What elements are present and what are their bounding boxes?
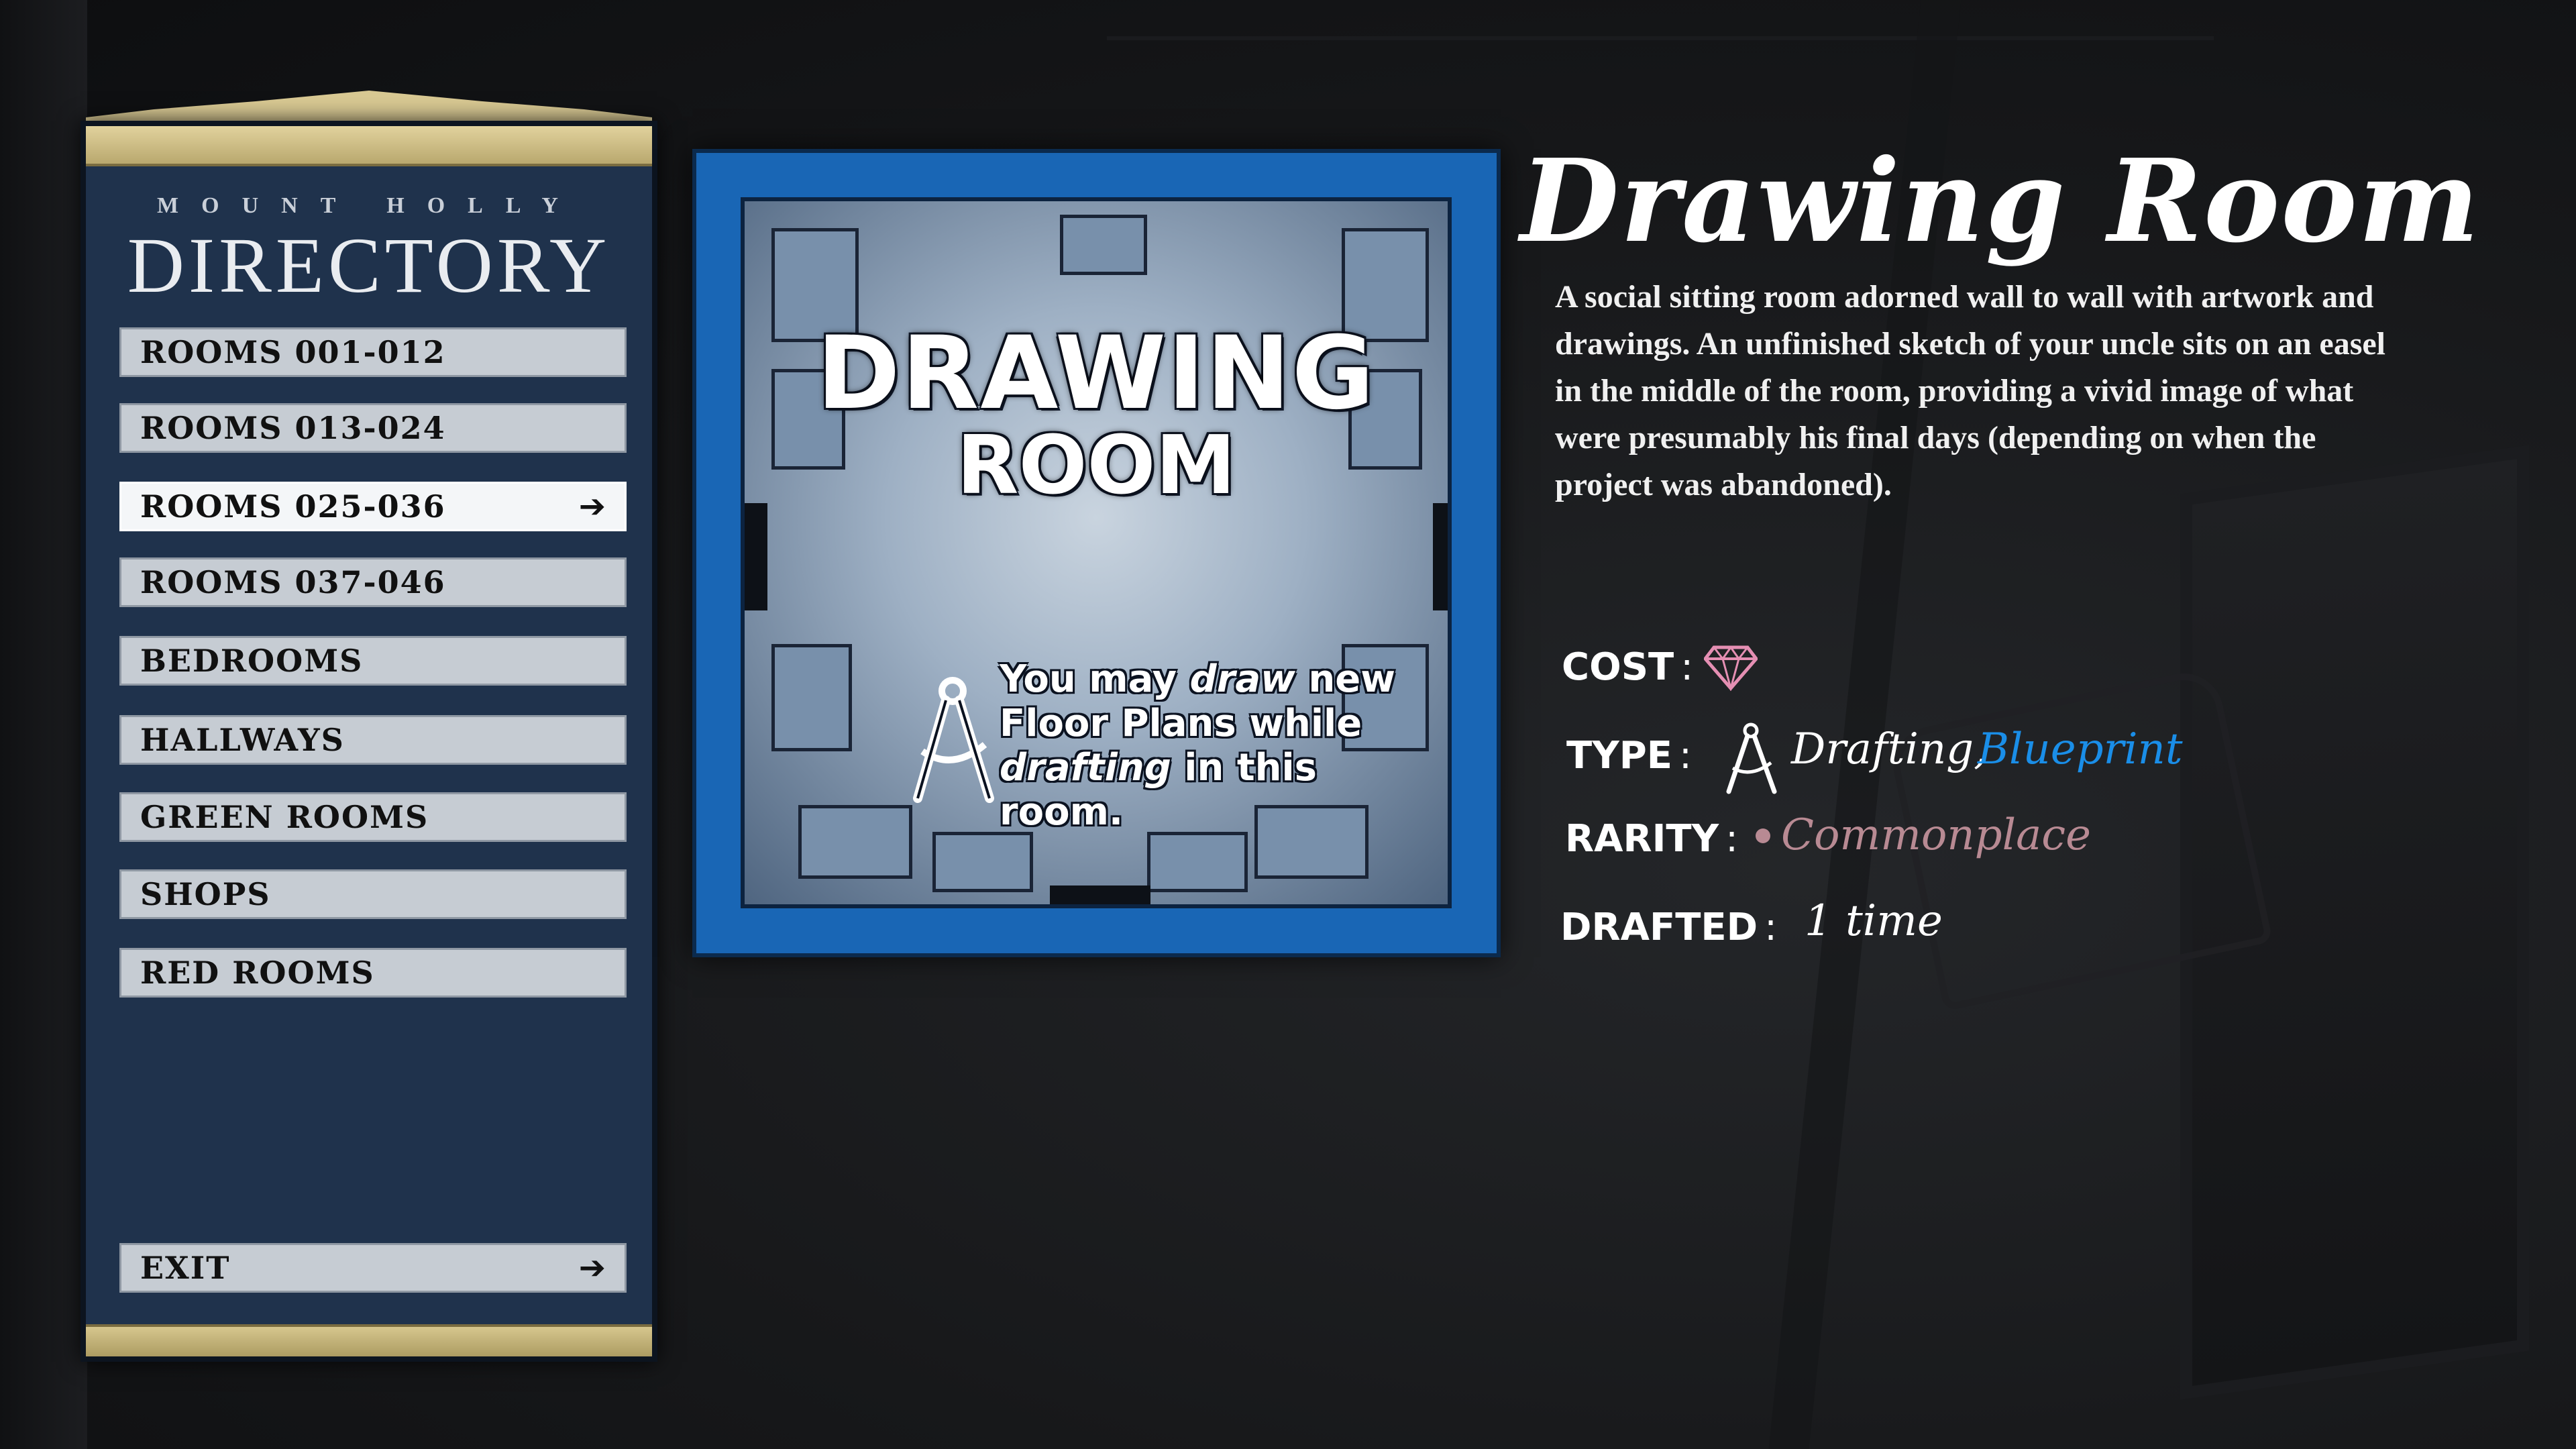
background-wall: [0, 0, 87, 1449]
rarity-dot-icon: [1756, 828, 1770, 843]
cost-label: COST:: [1562, 645, 1694, 689]
menu-item-label: RED ROOMS: [140, 955, 375, 991]
wall-frame: [1060, 215, 1147, 275]
menu-item-hallways[interactable]: HALLWAYS: [119, 715, 627, 765]
menu-item-shops[interactable]: SHOPS: [119, 869, 627, 919]
card-note-text: You may: [1000, 657, 1190, 701]
menu-item-label: HALLWAYS: [140, 722, 345, 758]
menu-item-label: BEDROOMS: [140, 643, 364, 679]
type-label: TYPE:: [1566, 734, 1692, 777]
card-note: You may draw new Floor Plans while draft…: [1000, 657, 1429, 835]
directory-top-band: [86, 126, 652, 166]
arrow-right-icon: ➔: [578, 488, 607, 525]
type-label-text: TYPE: [1566, 734, 1673, 777]
gem-icon: [1704, 645, 1758, 691]
rarity-label: RARITY:: [1565, 817, 1739, 861]
room-blueprint-image: DRAWING ROOM You may draw new Floor Plan…: [741, 197, 1452, 908]
rarity-value: Commonplace: [1781, 810, 2091, 860]
directory-panel: MOUNT HOLLY DIRECTORY ROOMS 001-012 ROOM…: [80, 121, 657, 1362]
arrow-right-icon: ➔: [578, 1249, 607, 1287]
door-gap-left: [745, 503, 767, 610]
menu-item-label: ROOMS 001-012: [140, 334, 446, 370]
directory-subtitle: MOUNT HOLLY: [157, 193, 581, 218]
menu-item-label: GREEN ROOMS: [140, 799, 429, 835]
menu-item-label: ROOMS 025-036: [140, 488, 446, 525]
card-note-emphasis: drafting: [1000, 746, 1171, 790]
compass-icon: [913, 677, 994, 803]
drafted-value: 1 time: [1805, 896, 1943, 946]
menu-item-rooms-001-012[interactable]: ROOMS 001-012: [119, 327, 627, 377]
wall-frame: [932, 832, 1033, 892]
card-note-emphasis: draw: [1189, 657, 1295, 701]
background-ceiling-frame: [1107, 0, 2214, 40]
menu-item-rooms-037-046[interactable]: ROOMS 037-046: [119, 557, 627, 607]
drafted-label: DRAFTED:: [1560, 906, 1778, 949]
type-value-blueprint: Blueprint: [1978, 724, 2183, 774]
menu-item-red-rooms[interactable]: RED ROOMS: [119, 948, 627, 998]
menu-item-label: ROOMS 037-046: [140, 564, 446, 600]
room-name: Drawing Room: [1520, 134, 2481, 268]
card-title: DRAWING: [816, 315, 1376, 432]
cost-label-text: COST: [1562, 645, 1674, 689]
drafted-label-text: DRAFTED: [1560, 906, 1758, 949]
wall-frame: [798, 805, 912, 879]
rarity-label-text: RARITY: [1565, 817, 1719, 861]
wall-frame: [771, 644, 852, 751]
room-blueprint-card: DRAWING ROOM You may draw new Floor Plan…: [692, 149, 1501, 957]
door-gap-bottom: [1050, 885, 1150, 904]
menu-item-green-rooms[interactable]: GREEN ROOMS: [119, 792, 627, 842]
menu-item-label: SHOPS: [140, 876, 271, 912]
wall-frame: [1147, 832, 1248, 892]
directory-bottom-band: [86, 1324, 652, 1356]
menu-item-rooms-025-036[interactable]: ROOMS 025-036 ➔: [119, 482, 627, 531]
menu-item-rooms-013-024[interactable]: ROOMS 013-024: [119, 403, 627, 453]
compass-icon: [1726, 722, 1777, 794]
type-value-drafting: Drafting,: [1791, 724, 1988, 774]
directory-title: DIRECTORY: [127, 221, 611, 309]
exit-label: EXIT: [140, 1250, 231, 1286]
menu-item-label: ROOMS 013-024: [140, 410, 446, 446]
menu-item-bedrooms[interactable]: BEDROOMS: [119, 636, 627, 686]
exit-button[interactable]: EXIT ➔: [119, 1243, 627, 1293]
room-description: A social sitting room adorned wall to wa…: [1555, 279, 2386, 502]
card-subtitle: ROOM: [957, 419, 1236, 513]
door-gap-right: [1433, 503, 1448, 610]
